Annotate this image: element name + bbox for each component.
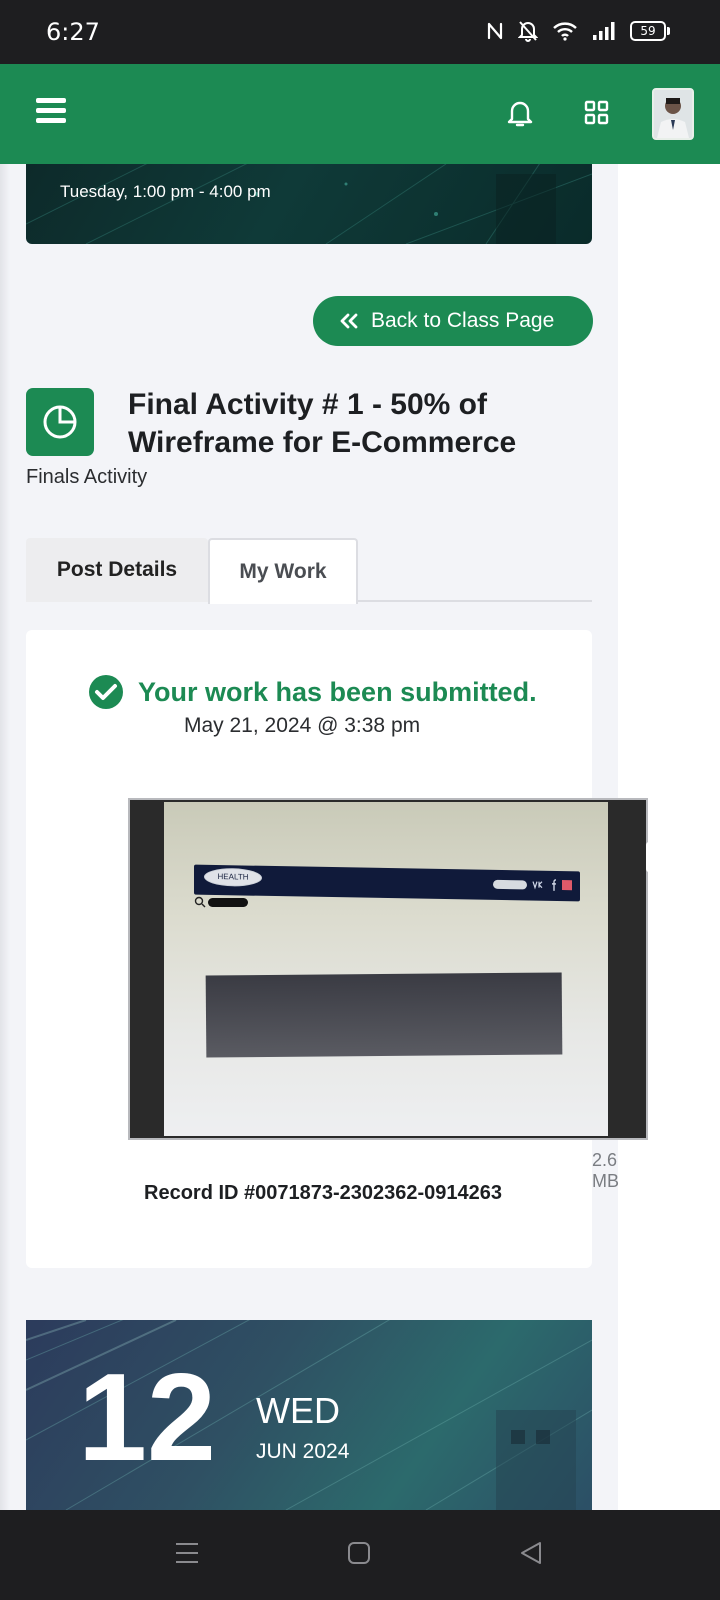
menu-line [36,118,66,123]
activity-title: Final Activity # 1 - 50% of Wireframe fo… [128,388,517,459]
preview-hero-banner [205,972,563,1058]
vk-icon [532,881,543,890]
activity-type-badge [26,388,94,456]
upcoming-date-card[interactable]: 12 WED JUN 2024 [26,1320,592,1510]
page-edge-shadow [0,164,10,1510]
signal-icon [593,22,615,40]
check-circle-icon [89,675,123,709]
menu-line [36,98,66,103]
submission-status: Your work has been submitted. [88,674,537,710]
activity-tabs: Post Details My Work [26,538,592,604]
banner-pattern [26,164,592,244]
record-id: Record ID #0071873-2302362-0914263 [144,1182,503,1204]
date-month-year: JUN 2024 [256,1440,350,1463]
double-chevron-left-icon [339,312,359,330]
home-button[interactable] [346,1540,372,1571]
user-photo-icon [654,90,692,138]
status-icons: 59 [486,20,670,42]
system-nav-bar [0,1510,720,1600]
menu-button[interactable] [36,98,66,124]
preview-search-icon [194,896,206,908]
battery-level: 59 [630,21,666,41]
bell-off-icon [518,21,538,42]
wifi-icon [553,22,577,41]
my-work-card: Your work has been submitted. May 21, 20… [26,630,652,1268]
battery-tip [667,27,670,35]
notifications-button[interactable] [506,98,534,133]
recents-button[interactable] [174,1540,200,1571]
preview-search-bar [208,898,248,907]
date-day: 12 [78,1349,216,1487]
attachment-image: HEALTH [164,802,608,1136]
class-schedule-banner: Tuesday, 1:00 pm - 4:00 pm [26,164,592,244]
facebook-icon [552,879,557,891]
bell-icon [507,101,533,127]
apps-button[interactable] [584,100,610,131]
preview-logo: HEALTH [204,867,262,887]
attachment-file-size: 2.6 MB [592,1150,619,1191]
status-time: 6:27 [46,18,100,46]
app-header [0,64,720,164]
nfc-icon [487,22,503,40]
preview-nav-icons [493,878,572,891]
preview-search-pill [493,879,527,889]
submission-status-text: Your work has been submitted. [138,676,537,707]
tab-my-work[interactable]: My Work [208,538,358,604]
back-button-label: Back to Class Page [371,309,555,332]
preview-navbar: HEALTH [194,864,580,902]
tab-post-details[interactable]: Post Details [26,538,208,602]
avatar[interactable] [652,88,694,140]
class-schedule: Tuesday, 1:00 pm - 4:00 pm [60,182,271,201]
recents-icon [176,1543,198,1563]
attachment-preview[interactable]: HEALTH [128,798,652,1140]
submission-date: May 21, 2024 @ 3:38 pm [184,714,421,737]
status-bar: 6:27 59 [0,0,720,64]
date-weekday: WED [256,1390,340,1431]
back-triangle-icon [521,1542,541,1564]
instagram-icon [562,880,572,891]
activity-category: Finals Activity [26,466,148,488]
battery-indicator: 59 [630,21,670,41]
back-system-button[interactable] [518,1540,544,1571]
pie-chart-icon [43,405,77,439]
preview-scroll-thumb[interactable] [646,842,652,872]
menu-line [36,108,66,113]
grid-icon [584,100,609,125]
back-to-class-button[interactable]: Back to Class Page [313,296,593,346]
home-icon [348,1542,370,1564]
